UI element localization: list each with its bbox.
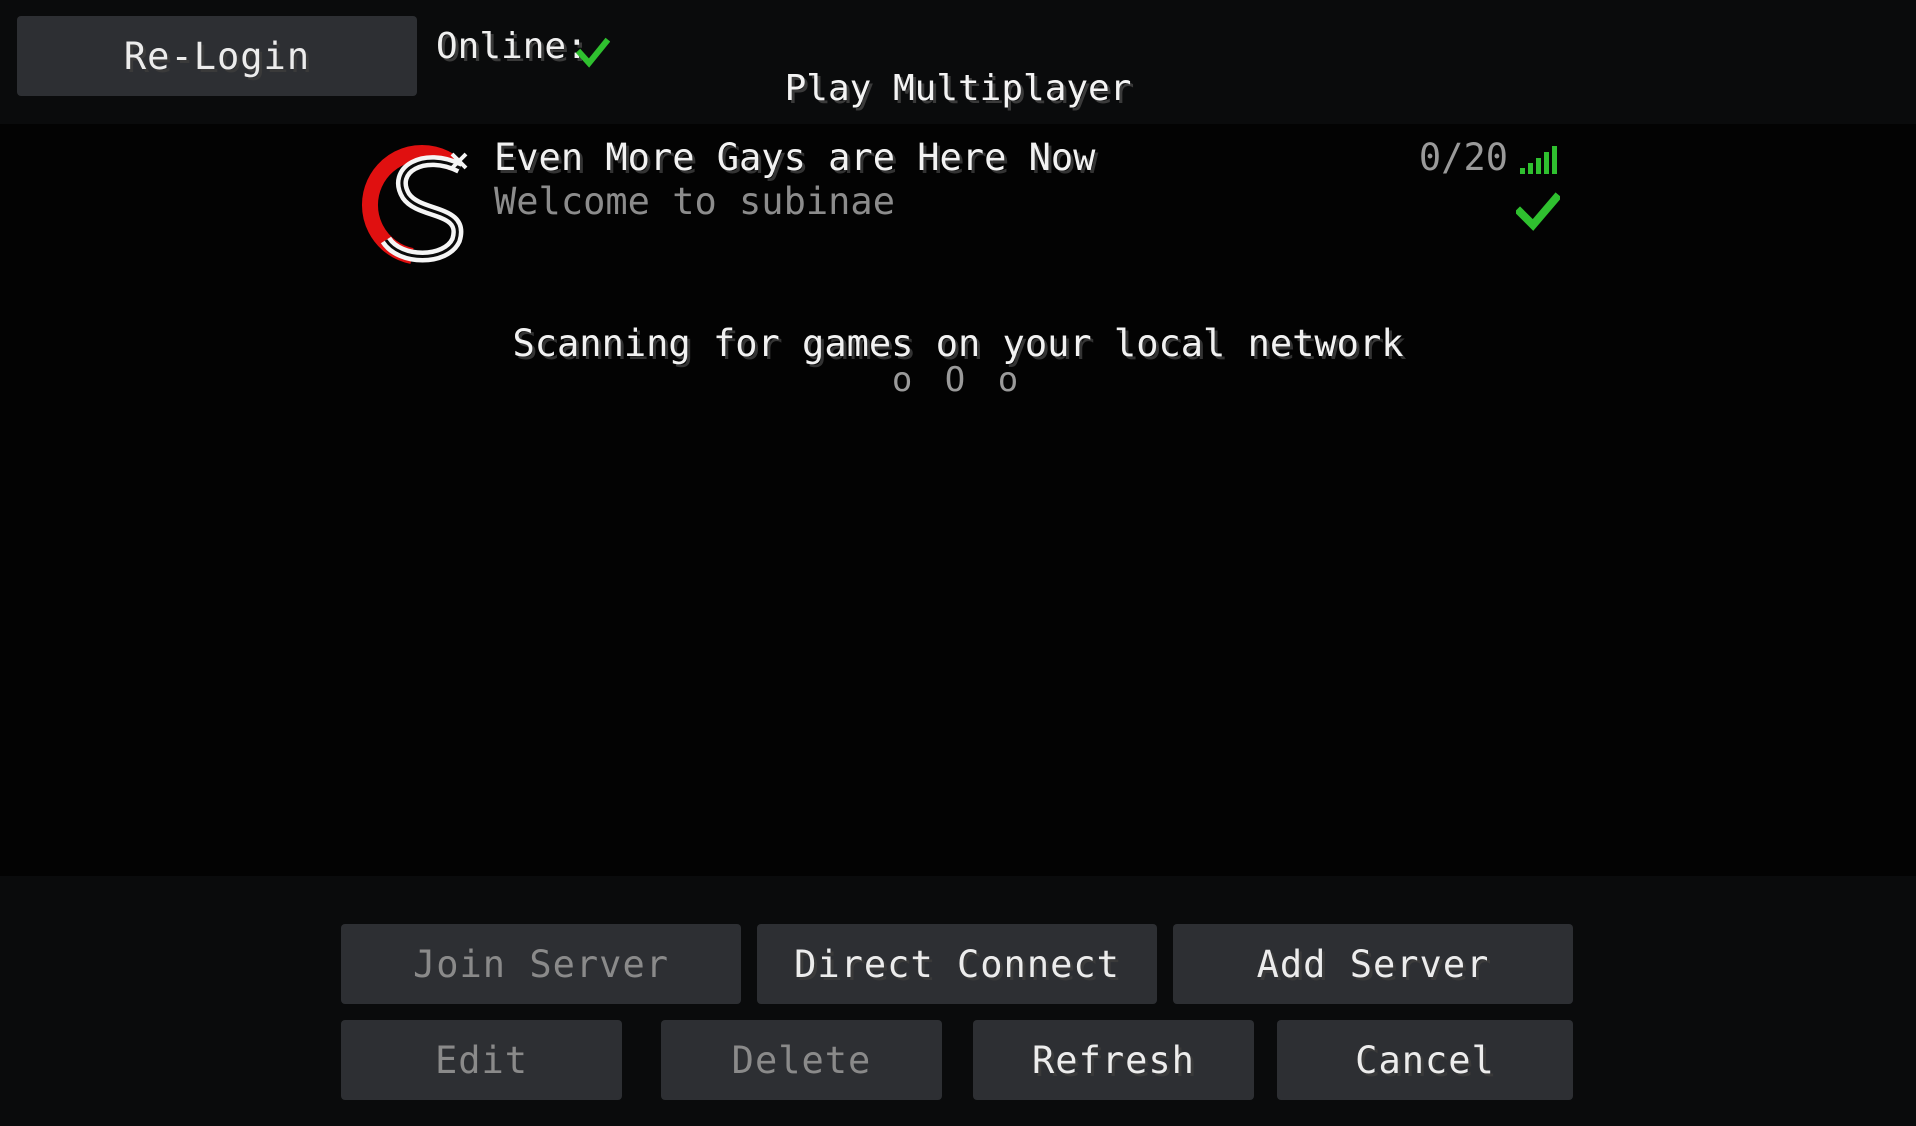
online-label: Online: (436, 26, 588, 67)
lan-scan-text: Scanning for games on your local network (512, 322, 1404, 365)
server-status-check-icon (1516, 192, 1560, 231)
player-count: 0/20 (1418, 136, 1508, 179)
delete-button[interactable]: Delete (661, 1020, 942, 1100)
join-server-button[interactable]: Join Server (341, 924, 741, 1004)
edit-button[interactable]: Edit (341, 1020, 622, 1100)
lan-scan-indicator: o O o (891, 360, 1025, 400)
online-check-icon (576, 37, 610, 68)
refresh-button[interactable]: Refresh (973, 1020, 1254, 1100)
add-server-button[interactable]: Add Server (1173, 924, 1573, 1004)
page-title: Play Multiplayer (784, 68, 1132, 109)
server-name: Even More Gays are Here Now (494, 136, 1096, 179)
server-logo-icon (361, 144, 468, 264)
cancel-button[interactable]: Cancel (1277, 1020, 1573, 1100)
server-motd: Welcome to subinae (494, 180, 895, 223)
signal-bars-icon (1520, 146, 1557, 174)
direct-connect-button[interactable]: Direct Connect (757, 924, 1157, 1004)
server-entry[interactable]: Even More Gays are Here Now Welcome to s… (354, 136, 1560, 272)
